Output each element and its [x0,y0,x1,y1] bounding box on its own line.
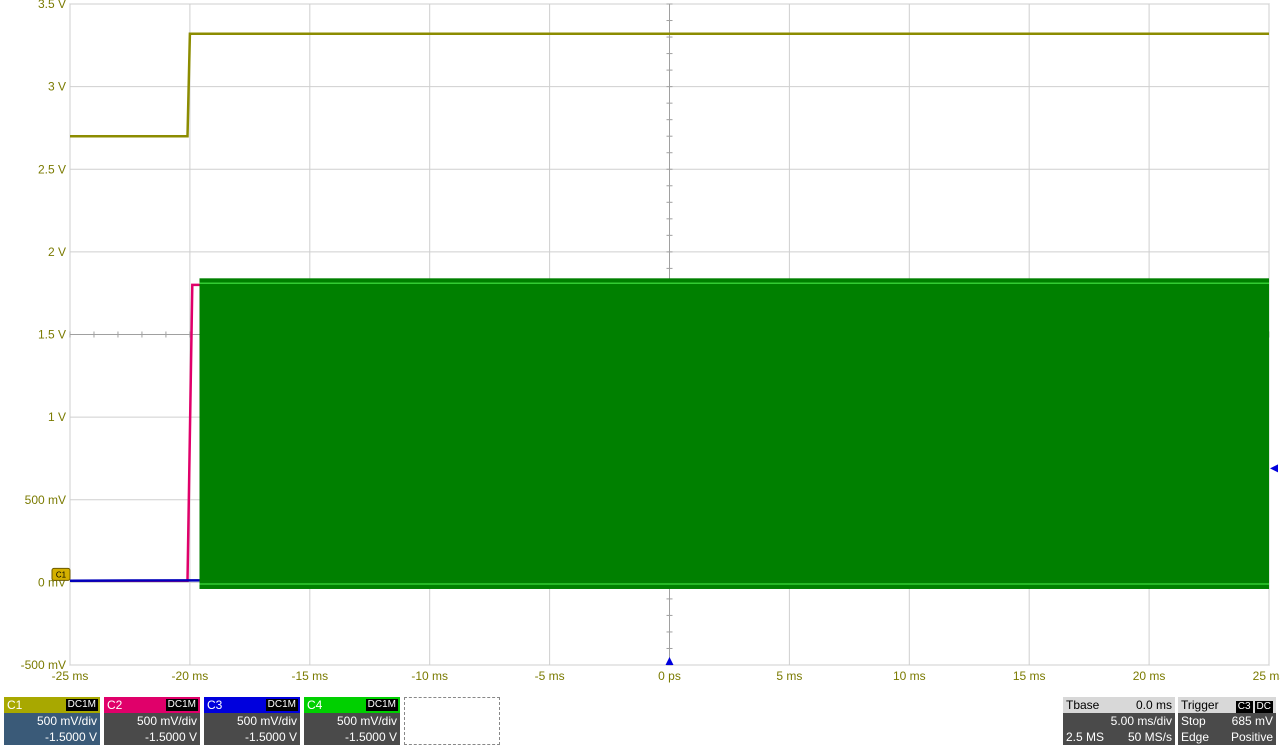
channel-4-panel[interactable]: C4 DC1M 500 mV/div -1.5000 V [304,697,400,745]
x-tick-label-4: -5 ms [535,669,565,683]
channel-3-offset: -1.5000 V [244,730,297,744]
y-tick-label-3: 2 V [48,245,66,259]
trigger-slope: Positive [1230,730,1273,744]
y-tick-label-2: 2.5 V [38,162,66,176]
x-tick-label-0: -25 ms [52,669,89,683]
channel-3-panel[interactable]: C3 DC1M 500 mV/div -1.5000 V [204,697,300,745]
channel-1-offset: -1.5000 V [44,730,97,744]
y-tick-label-4: 1.5 V [38,328,66,342]
channel-4-coupling: DC1M [365,699,398,711]
channel-4-name: C4 [307,698,323,712]
timebase-label: Tbase [1066,698,1100,712]
channel-2-name: C2 [107,698,123,712]
channel-3-name: C3 [207,698,223,712]
x-tick-label-3: -10 ms [411,669,448,683]
ground-marker-label: C1 [56,570,67,579]
y-tick-label-6: 500 mV [25,493,66,507]
channel-2-coupling: DC1M [165,699,198,711]
channel-2-header: C2 DC1M [104,697,200,713]
channel-4-vdiv: 500 mV/div [336,714,397,728]
timebase-panel[interactable]: Tbase 0.0 ms 5.00 ms/div 2.5 MS 50 MS/s [1063,697,1175,745]
timebase-sample-row: 2.5 MS 50 MS/s [1063,729,1175,745]
channel-1-vdiv: 500 mV/div [36,714,97,728]
trigger-badges: C3 DC [1234,697,1273,713]
waveform-display[interactable]: 3.5 V3 V 2.5 V2 V 1.5 V1 V 500 mV 0 mV -500 m… [0,0,1280,695]
timebase-delay: 0.0 ms [1135,698,1172,712]
timebase-header: Tbase 0.0 ms [1063,697,1175,713]
series-3-band [199,278,1270,589]
channel-3-coupling: DC1M [265,699,298,711]
trigger-mode-row: Stop 685 mV [1178,713,1276,729]
trigger-type-row: Edge Positive [1178,729,1276,745]
trigger-header: Trigger C3 DC [1178,697,1276,713]
channel-4-header: C4 DC1M [304,697,400,713]
x-tick-label-9: 20 ms [1133,669,1166,683]
channel-1-header: C1 DC1M [4,697,100,713]
channel-3-header: C3 DC1M [204,697,300,713]
trigger-type: Edge [1181,730,1210,744]
y-tick-label-0: 3.5 V [38,0,66,11]
trigger-level-marker [1270,464,1278,473]
timebase-tdiv-row: 5.00 ms/div [1063,713,1175,729]
x-tick-label-7: 10 ms [893,669,926,683]
timebase-tdiv: 5.00 ms/div [1110,714,1172,728]
x-tick-label-1: -20 ms [172,669,209,683]
x-tick-label-8: 15 ms [1013,669,1046,683]
x-tick-label-2: -15 ms [291,669,328,683]
channel-3-vdiv: 500 mV/div [236,714,297,728]
trigger-label: Trigger [1181,698,1219,712]
y-tick-label-1: 3 V [48,80,66,94]
channel-1-coupling: DC1M [65,699,98,711]
channel-2-vdiv: 500 mV/div [136,714,197,728]
timebase-rate: 50 MS/s [1127,730,1172,744]
x-tick-label-5: 0 ps [658,669,681,683]
trigger-panel[interactable]: Trigger C3 DC Stop 685 mV Edge Positive [1178,697,1276,745]
y-tick-label-5: 1 V [48,410,66,424]
channel-2-offset: -1.5000 V [144,730,197,744]
trigger-source: C3 [1235,701,1253,713]
timebase-samples: 2.5 MS [1066,730,1105,744]
channel-2-panel[interactable]: C2 DC1M 500 mV/div -1.5000 V [104,697,200,745]
channel-1-panel[interactable]: C1 DC1M 500 mV/div -1.5000 V [4,697,100,745]
x-tick-label-6: 5 ms [776,669,802,683]
waveform-plot: 3.5 V3 V2.5 V2 V1.5 V1 V500 mV0 mV-500 m… [21,0,1280,683]
channel-1-name: C1 [7,698,23,712]
trigger-level: 685 mV [1231,714,1273,728]
x-tick-label-10: 25 ms [1253,669,1280,683]
empty-channel-slot[interactable] [404,697,500,745]
trigger-mode: Stop [1181,714,1206,728]
trigger-coupling: DC [1254,701,1273,713]
channel-4-offset: -1.5000 V [344,730,397,744]
